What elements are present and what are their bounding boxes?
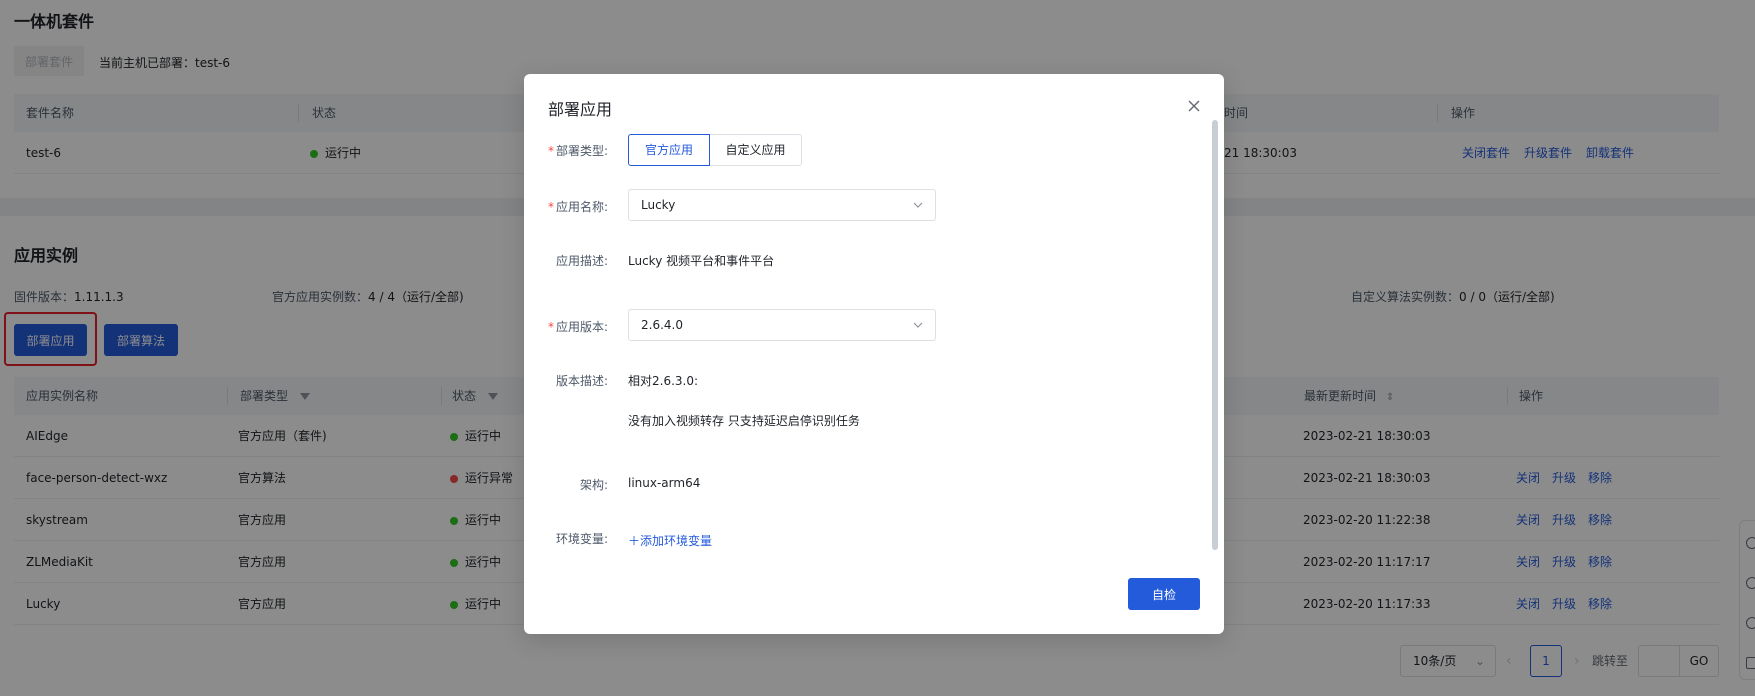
close-icon[interactable] <box>1186 98 1202 114</box>
app-version-label: * 应用版本: <box>547 320 608 334</box>
modal-scrollbar[interactable] <box>1212 120 1218 550</box>
app-name-select[interactable]: Lucky <box>628 189 936 221</box>
version-desc-line-2: 没有加入视频转存 只支持延迟启停识别任务 <box>628 414 860 428</box>
custom-app-option[interactable]: 自定义应用 <box>709 134 802 166</box>
app-name-label: * 应用名称: <box>547 200 608 214</box>
version-desc-line-1: 相对2.6.3.0: <box>628 374 699 388</box>
chevron-down-icon <box>913 322 923 328</box>
arch-value: linux-arm64 <box>628 476 701 490</box>
env-label: 环境变量: <box>555 532 608 546</box>
plus-icon: ＋ <box>628 534 641 548</box>
app-desc-label: 应用描述: <box>555 254 608 268</box>
deploy-type-label: * 部署类型: <box>547 144 608 158</box>
deploy-app-modal: 部署应用 * 部署类型: 官方应用 自定义应用 * 应用名称: Lucky 应用描述… <box>524 74 1224 634</box>
app-desc-value: Lucky 视频平台和事件平台 <box>628 254 775 268</box>
chevron-down-icon <box>913 202 923 208</box>
add-env-link[interactable]: ＋添加环境变量 <box>628 532 712 549</box>
modal-title: 部署应用 <box>548 100 613 119</box>
official-app-option[interactable]: 官方应用 <box>628 134 710 166</box>
app-version-select[interactable]: 2.6.4.0 <box>628 309 936 341</box>
self-check-button[interactable]: 自检 <box>1128 578 1200 610</box>
arch-label: 架构: <box>579 478 608 492</box>
version-desc-label: 版本描述: <box>555 374 608 388</box>
